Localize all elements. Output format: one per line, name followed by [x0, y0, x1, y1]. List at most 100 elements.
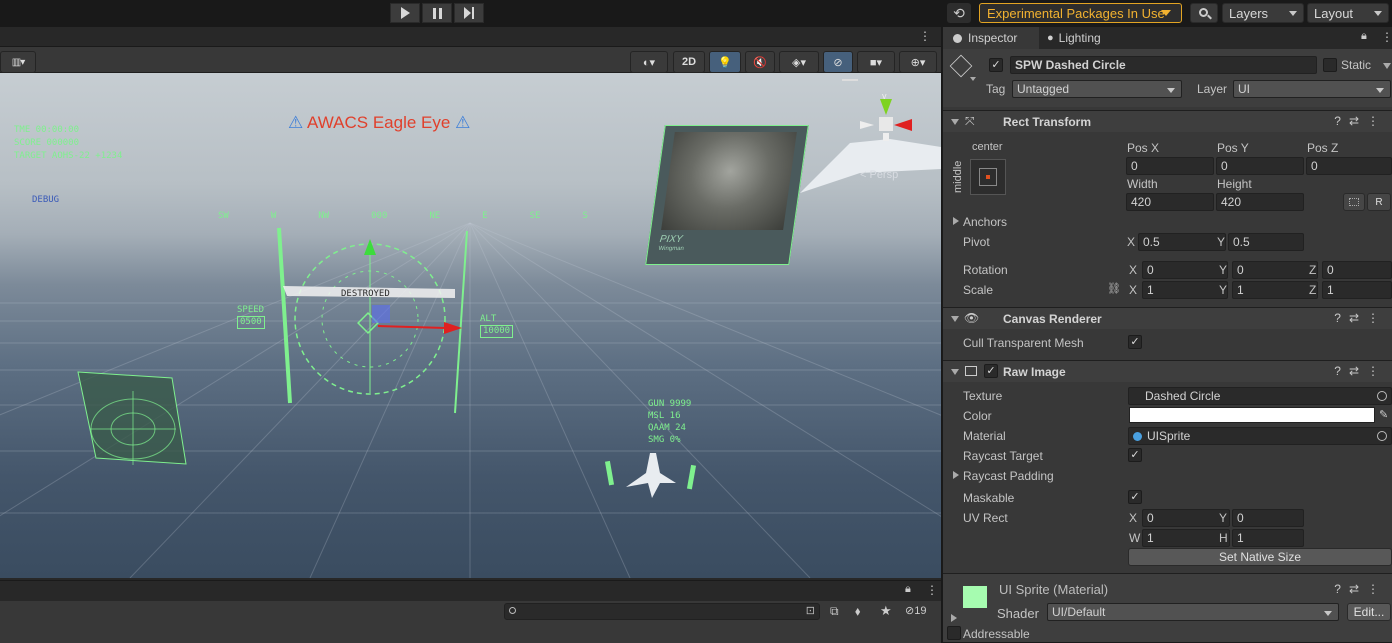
- raw-edit-label: R: [1375, 196, 1383, 208]
- history-icon[interactable]: ⟲: [947, 3, 971, 23]
- more-options-icon[interactable]: ⋮: [1381, 30, 1392, 44]
- foldout-icon[interactable]: [953, 217, 959, 225]
- rotation-z-input[interactable]: 0: [1322, 261, 1392, 279]
- object-picker-icon[interactable]: [1377, 431, 1387, 441]
- eyedropper-icon[interactable]: ✎: [1379, 408, 1388, 421]
- lock-icon[interactable]: 🔒︎: [905, 583, 911, 596]
- rotation-x-input[interactable]: 0: [1142, 261, 1228, 279]
- icon-dropdown-icon[interactable]: [970, 77, 976, 81]
- tag-dropdown[interactable]: Untagged: [1012, 80, 1182, 98]
- compass-heading: 000: [371, 211, 388, 221]
- raw-edit-button[interactable]: R: [1367, 193, 1391, 211]
- filter-icon[interactable]: ⊡: [806, 604, 815, 617]
- component-actions[interactable]: ?⇄⋮: [1334, 114, 1387, 128]
- static-checkbox[interactable]: [1323, 58, 1337, 72]
- gizmos-dropdown[interactable]: ⊕▾: [899, 51, 937, 73]
- texture-field[interactable]: Dashed Circle: [1128, 387, 1392, 405]
- step-button[interactable]: [454, 3, 484, 23]
- active-checkbox[interactable]: ✓: [989, 58, 1003, 72]
- object-name-input[interactable]: SPW Dashed Circle: [1010, 56, 1317, 74]
- experimental-packages-label: Experimental Packages In Use: [987, 5, 1165, 21]
- camera-dropdown[interactable]: ■▾: [857, 51, 895, 73]
- addressable-checkbox[interactable]: [947, 626, 961, 640]
- label-filter-icon[interactable]: ⬧: [855, 604, 860, 619]
- scale-z-input[interactable]: 1: [1322, 281, 1392, 299]
- chevron-down-icon[interactable]: [1383, 63, 1391, 69]
- pause-button[interactable]: [422, 3, 452, 23]
- rotation-y-input[interactable]: 0: [1232, 261, 1318, 279]
- 2d-toggle[interactable]: 2D: [673, 51, 705, 73]
- hidden-packages-icon[interactable]: ⊘19: [905, 604, 926, 617]
- shading-mode-dropdown[interactable]: ◐▾: [630, 51, 668, 73]
- pos-z-label: Pos Z: [1307, 141, 1339, 155]
- foldout-icon[interactable]: [951, 614, 957, 622]
- scene-viewport[interactable]: ⚠ AWACS Eagle Eye ⚠ TME 00:00:00 SCORE 0…: [0, 73, 941, 578]
- maskable-checkbox[interactable]: ✓: [1128, 490, 1142, 504]
- set-native-size-button[interactable]: Set Native Size: [1128, 548, 1392, 566]
- pos-y-input[interactable]: 0: [1216, 157, 1304, 175]
- scale-y-input[interactable]: 1: [1232, 281, 1318, 299]
- pivot-y-input[interactable]: 0.5: [1228, 233, 1304, 251]
- type-filter-icon[interactable]: ⧉: [830, 604, 839, 619]
- edit-shader-button[interactable]: Edit...: [1347, 603, 1391, 621]
- anchor-presets-button[interactable]: [970, 159, 1006, 195]
- shader-dropdown[interactable]: UI/Default: [1047, 603, 1339, 621]
- uv-y-input[interactable]: 0: [1232, 509, 1304, 527]
- favorite-icon[interactable]: ★: [880, 603, 892, 619]
- component-actions[interactable]: ?⇄⋮: [1334, 364, 1387, 378]
- material-actions[interactable]: ?⇄⋮: [1334, 582, 1387, 596]
- compass-e: E: [482, 211, 488, 221]
- scale-z-value: 1: [1327, 283, 1334, 297]
- uv-w-input[interactable]: 1: [1142, 529, 1230, 547]
- layout-dropdown[interactable]: Layout: [1307, 3, 1389, 23]
- weapon-gun: GUN 9999: [648, 399, 692, 409]
- tab-lighting[interactable]: ● Lighting: [1043, 27, 1133, 49]
- effects-dropdown[interactable]: ◈▾: [779, 51, 819, 73]
- play-button[interactable]: [390, 3, 420, 23]
- material-title: UI Sprite (Material): [999, 582, 1109, 597]
- more-options-icon[interactable]: ⋮: [926, 583, 938, 597]
- blueprint-mode-button[interactable]: [1343, 193, 1365, 211]
- width-input[interactable]: 420: [1126, 193, 1214, 211]
- visibility-toggle[interactable]: ⊘: [823, 51, 853, 73]
- uv-h-value: 1: [1237, 531, 1244, 545]
- project-search-input[interactable]: ⊡: [504, 603, 820, 620]
- lighting-toggle[interactable]: 💡: [709, 51, 741, 73]
- object-picker-icon[interactable]: [1377, 391, 1387, 401]
- rect-transform-header[interactable]: ⤧ Rect Transform ?⇄⋮: [943, 110, 1392, 132]
- search-button[interactable]: [1190, 3, 1218, 23]
- uv-h-input[interactable]: 1: [1232, 529, 1304, 547]
- persp-label[interactable]: < Persp: [860, 169, 898, 181]
- anchors-label[interactable]: Anchors: [963, 215, 1007, 229]
- speed-value: 0500: [237, 316, 265, 329]
- scale-x-input[interactable]: 1: [1142, 281, 1228, 299]
- tab-inspector[interactable]: Inspector: [943, 27, 1039, 49]
- uv-x-input[interactable]: 0: [1142, 509, 1230, 527]
- hud-speed: SPEED 0500: [237, 305, 265, 329]
- pivot-x-input[interactable]: 0.5: [1138, 233, 1226, 251]
- uv-y-axis-label: Y: [1219, 511, 1228, 525]
- layers-dropdown[interactable]: Layers: [1222, 3, 1304, 23]
- scene-orientation-gizmo[interactable]: y < Persp: [842, 79, 920, 181]
- layer-dropdown[interactable]: UI: [1233, 80, 1391, 98]
- material-section: UI Sprite (Material) ?⇄⋮ Shader UI/Defau…: [943, 573, 1392, 642]
- component-actions[interactable]: ?⇄⋮: [1334, 311, 1387, 325]
- foldout-icon[interactable]: [953, 471, 959, 479]
- raycast-padding-label[interactable]: Raycast Padding: [963, 469, 1054, 483]
- audio-toggle[interactable]: 🔇: [745, 51, 775, 73]
- pos-x-input[interactable]: 0: [1126, 157, 1214, 175]
- lock-icon[interactable]: 🔒︎: [1361, 30, 1367, 43]
- draw-mode-dropdown[interactable]: ▥▾: [0, 51, 36, 73]
- color-swatch[interactable]: [1129, 407, 1375, 423]
- height-input[interactable]: 420: [1216, 193, 1304, 211]
- pos-z-input[interactable]: 0: [1306, 157, 1392, 175]
- experimental-packages-dropdown[interactable]: Experimental Packages In Use: [979, 3, 1182, 23]
- canvas-renderer-header[interactable]: 👁︎ Canvas Renderer ?⇄⋮: [943, 307, 1392, 329]
- more-options-icon[interactable]: ⋮: [919, 29, 931, 43]
- raw-image-header[interactable]: ✓ Raw Image ?⇄⋮: [943, 360, 1392, 382]
- cull-mesh-checkbox[interactable]: ✓: [1128, 335, 1142, 349]
- raycast-target-checkbox[interactable]: ✓: [1128, 448, 1142, 462]
- material-field[interactable]: UISprite: [1128, 427, 1392, 445]
- raw-image-enabled-checkbox[interactable]: ✓: [984, 364, 998, 378]
- constrain-proportions-icon[interactable]: ⛓: [1107, 282, 1121, 295]
